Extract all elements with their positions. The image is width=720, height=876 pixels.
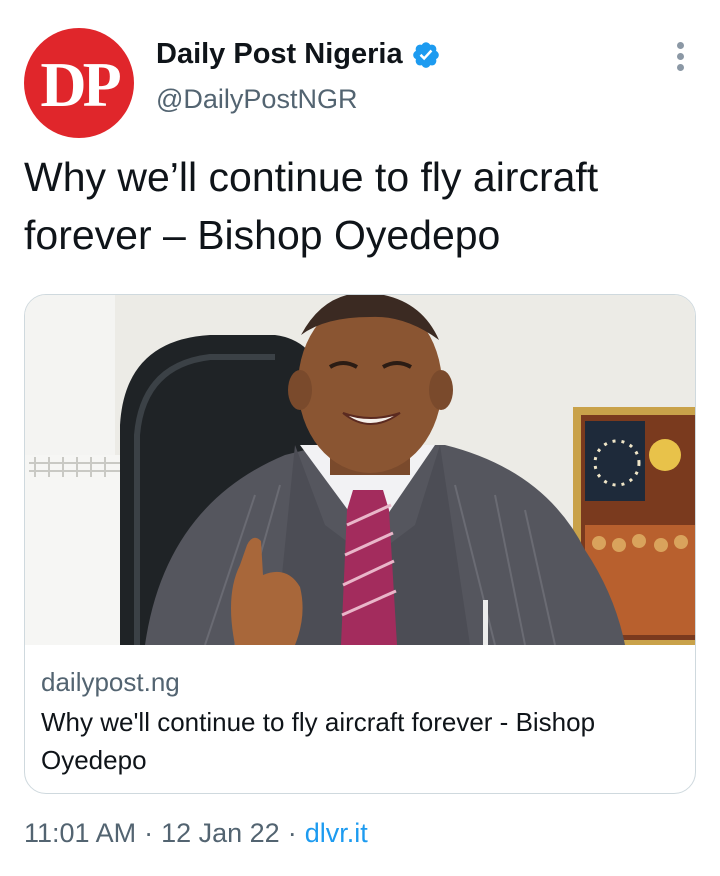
- tweet-time[interactable]: 11:01 AM: [24, 818, 136, 848]
- avatar[interactable]: DP: [24, 28, 134, 138]
- avatar-logo-text: DP: [40, 49, 121, 120]
- handle[interactable]: @DailyPostNGR: [156, 84, 357, 115]
- card-title: Why we'll continue to fly aircraft forev…: [41, 707, 596, 775]
- article-photo: [25, 295, 695, 645]
- tweet-text: Why we’ll continue to fly aircraft forev…: [24, 154, 599, 258]
- meta-separator-2: ·: [287, 818, 297, 848]
- tweet-metadata: 11:01 AM · 12 Jan 22 · dlvr.it: [24, 818, 368, 849]
- card-domain: dailypost.ng: [41, 667, 180, 697]
- verified-badge-icon: [412, 41, 439, 68]
- author-name-row: Daily Post Nigeria: [156, 38, 441, 71]
- tweet-date[interactable]: 12 Jan 22: [161, 818, 280, 848]
- tweet: DP Daily Post Nigeria @DailyPostNGR Why …: [0, 0, 720, 876]
- link-preview-card[interactable]: dailypost.ng Why we'll continue to fly a…: [24, 294, 696, 794]
- source-link[interactable]: dlvr.it: [305, 818, 368, 848]
- more-options-icon[interactable]: [668, 38, 692, 78]
- display-name[interactable]: Daily Post Nigeria: [156, 38, 403, 71]
- meta-separator: ·: [144, 818, 154, 848]
